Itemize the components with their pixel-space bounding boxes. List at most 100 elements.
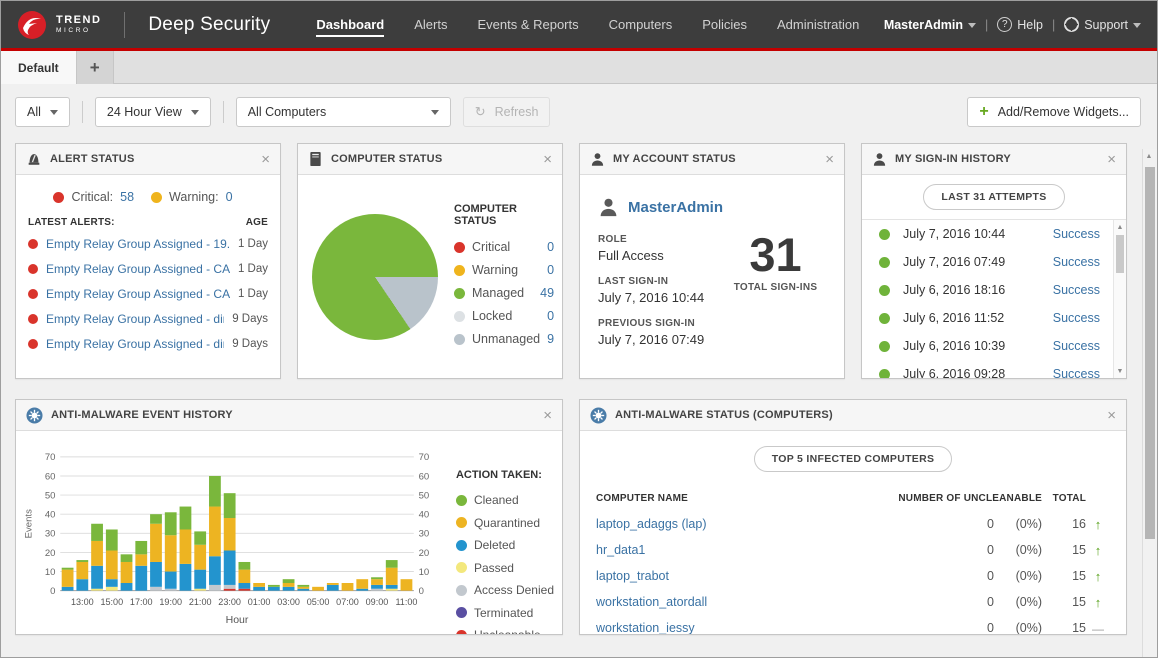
account-username-link[interactable]: MasterAdmin: [628, 199, 723, 216]
scrollbar-thumb[interactable]: [1145, 167, 1155, 539]
svg-text:17:00: 17:00: [130, 597, 153, 607]
total-count: 15: [1042, 621, 1086, 635]
add-tab-button[interactable]: +: [77, 51, 114, 84]
critical-dot-icon: [28, 314, 38, 324]
alert-link[interactable]: Empty Relay Group Assigned - 19...: [46, 237, 230, 251]
alert-list-item: Empty Relay Group Assigned - dir... 9 Da…: [28, 306, 268, 331]
refresh-button[interactable]: ↻ Refresh: [463, 97, 551, 127]
widget-header[interactable]: MY SIGN-IN HISTORY ×: [862, 144, 1126, 175]
add-remove-widgets-button[interactable]: + Add/Remove Widgets...: [967, 97, 1141, 127]
svg-text:13:00: 13:00: [71, 597, 94, 607]
main-nav: Dashboard Alerts Events & Reports Comput…: [316, 13, 859, 37]
signin-result-link[interactable]: Success: [1053, 367, 1100, 379]
critical-count-link[interactable]: 58: [120, 190, 134, 204]
widget-row-2: ANTI-MALWARE EVENT HISTORY × 00101020203…: [15, 399, 1126, 635]
warning-count-link[interactable]: 0: [226, 190, 233, 204]
time-view-dropdown[interactable]: 24 Hour View: [95, 97, 211, 127]
scroll-down-icon[interactable]: ▼: [1114, 368, 1126, 375]
svg-text:30: 30: [419, 529, 430, 540]
alert-link[interactable]: Empty Relay Group Assigned - CA...: [46, 262, 230, 276]
top-5-infected-button[interactable]: TOP 5 INFECTED COMPUTERS: [754, 446, 953, 472]
chevron-down-icon: [431, 110, 439, 115]
widget-header[interactable]: MY ACCOUNT STATUS ×: [580, 144, 844, 175]
nav-item[interactable]: Computers: [609, 13, 673, 37]
filter-all-label: All: [27, 105, 41, 119]
signin-list-scrollbar[interactable]: ▲ ▼: [1113, 220, 1126, 379]
widget-header[interactable]: ANTI-MALWARE EVENT HISTORY ×: [16, 400, 562, 431]
widget-header[interactable]: ANTI-MALWARE STATUS (COMPUTERS) ×: [580, 400, 1126, 431]
help-menu[interactable]: ? Help: [997, 17, 1043, 32]
svg-text:40: 40: [419, 510, 430, 521]
close-icon[interactable]: ×: [1107, 152, 1116, 167]
computer-name-link[interactable]: workstation_iessy: [596, 621, 880, 635]
toolbar-divider: [223, 101, 224, 123]
trend-arrow-icon: [1086, 595, 1110, 610]
total-count: 16: [1042, 517, 1086, 531]
alert-list-item: Empty Relay Group Assigned - dir... 9 Da…: [28, 331, 268, 356]
status-count-link[interactable]: 0: [547, 263, 554, 277]
page-scrollbar[interactable]: ▲: [1142, 149, 1157, 657]
nav-item[interactable]: Policies: [702, 13, 747, 37]
alert-link[interactable]: Empty Relay Group Assigned - dir...: [46, 312, 224, 326]
alert-age: 1 Day: [238, 288, 268, 300]
widget-header[interactable]: COMPUTER STATUS ×: [298, 144, 562, 175]
widget-grid: ALERT STATUS × Critical: 58 Warning: 0 L…: [1, 135, 1157, 635]
computer-name-link[interactable]: laptop_adaggs (lap): [596, 517, 880, 531]
nav-item[interactable]: Dashboard: [316, 13, 384, 37]
alert-link[interactable]: Empty Relay Group Assigned - dir...: [46, 337, 224, 351]
close-icon[interactable]: ×: [543, 408, 552, 423]
alert-link[interactable]: Empty Relay Group Assigned - CA...: [46, 287, 230, 301]
close-icon[interactable]: ×: [825, 152, 834, 167]
total-count: 15: [1042, 595, 1086, 609]
last-31-attempts-button[interactable]: LAST 31 ATTEMPTS: [923, 184, 1064, 210]
signin-result-link[interactable]: Success: [1053, 227, 1100, 241]
status-count-link[interactable]: 9: [547, 332, 554, 346]
user-menu[interactable]: MasterAdmin: [884, 18, 976, 32]
scroll-up-icon[interactable]: ▲: [1143, 153, 1155, 160]
tab-default[interactable]: Default: [1, 51, 77, 84]
signin-result-link[interactable]: Success: [1053, 283, 1100, 297]
nav-item[interactable]: Alerts: [414, 13, 447, 37]
signin-result-link[interactable]: Success: [1053, 255, 1100, 269]
close-icon[interactable]: ×: [1107, 408, 1116, 423]
computer-name-link[interactable]: hr_data1: [596, 543, 880, 557]
refresh-icon: ↻: [475, 104, 486, 120]
alert-summary: Critical: 58 Warning: 0: [28, 183, 268, 215]
computers-filter-select[interactable]: All Computers: [236, 97, 451, 127]
total-count: 15: [1042, 543, 1086, 557]
scroll-up-icon[interactable]: ▲: [1114, 224, 1126, 231]
chevron-down-icon: [50, 110, 58, 115]
svg-text:10: 10: [45, 567, 56, 578]
scrollbar-thumb[interactable]: [1116, 235, 1124, 273]
svg-text:20: 20: [45, 548, 56, 559]
filter-all-dropdown[interactable]: All: [15, 97, 70, 127]
status-count-link[interactable]: 49: [540, 286, 554, 300]
computer-name-link[interactable]: workstation_atordall: [596, 595, 880, 609]
success-dot-icon: [879, 313, 890, 324]
dashboard-tabbar: Default +: [1, 51, 1157, 84]
chevron-down-icon: [968, 23, 976, 28]
close-icon[interactable]: ×: [261, 152, 270, 167]
legend-rows: Critical 0 Warning 0: [454, 236, 554, 351]
series-label: Passed: [474, 561, 514, 575]
signin-date: July 6, 2016 11:52: [903, 311, 1004, 325]
series-label: Uncleanable: [474, 628, 541, 635]
signin-result-link[interactable]: Success: [1053, 339, 1100, 353]
top5-filter-row: TOP 5 INFECTED COMPUTERS: [596, 437, 1110, 481]
status-count-link[interactable]: 0: [547, 309, 554, 323]
nav-item[interactable]: Events & Reports: [477, 13, 578, 37]
alert-list-item: Empty Relay Group Assigned - CA... 1 Day: [28, 281, 268, 306]
computer-status-pie[interactable]: [312, 214, 438, 340]
total-count: 15: [1042, 569, 1086, 583]
computer-name-link[interactable]: laptop_trabot: [596, 569, 880, 583]
widget-computer-status: COMPUTER STATUS × COMPUTER STATUS Critic…: [297, 143, 563, 379]
support-menu[interactable]: Support: [1064, 17, 1141, 32]
widget-header[interactable]: ALERT STATUS ×: [16, 144, 280, 175]
nav-item[interactable]: Administration: [777, 13, 859, 37]
series-dot-icon: [456, 562, 467, 573]
close-icon[interactable]: ×: [543, 152, 552, 167]
warning-dot-icon: [151, 192, 162, 203]
status-count-link[interactable]: 0: [547, 240, 554, 254]
chevron-down-icon: [191, 110, 199, 115]
signin-result-link[interactable]: Success: [1053, 311, 1100, 325]
